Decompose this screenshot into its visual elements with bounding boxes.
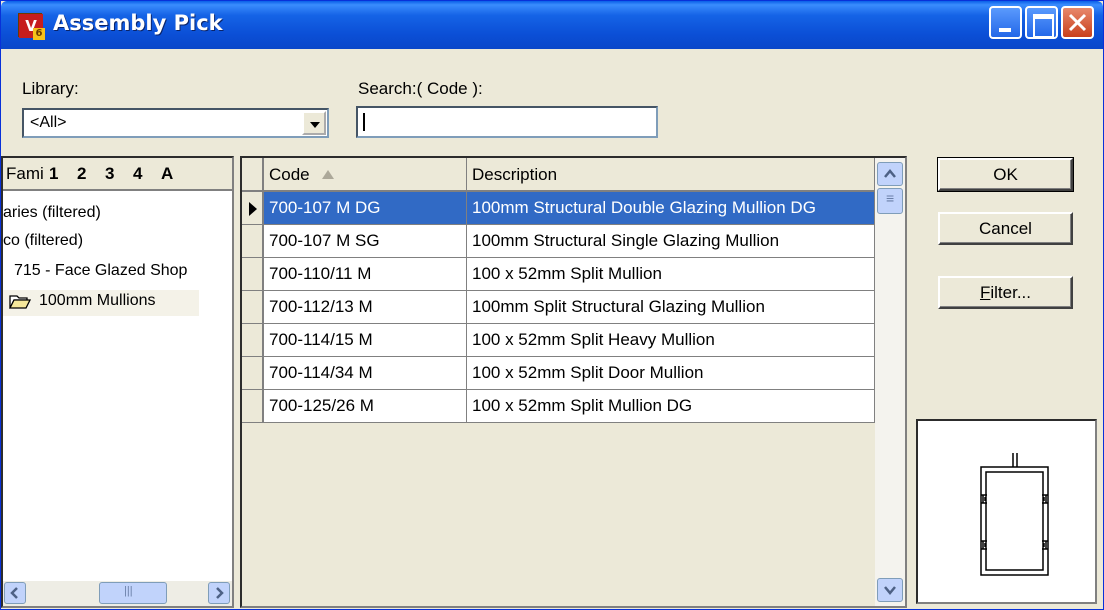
tree-horizontal-scrollbar[interactable]: [3, 581, 232, 606]
filter-button[interactable]: Filter...: [938, 276, 1073, 309]
minimize-button[interactable]: [989, 6, 1022, 39]
title-bar[interactable]: V6 Assembly Pick: [1, 1, 1103, 49]
cell-code[interactable]: 700-107 M SG: [264, 225, 467, 258]
tree-item-100mm-mullions[interactable]: 100mm Mullions: [39, 292, 155, 310]
level-tab-2[interactable]: 2: [77, 164, 86, 184]
column-header-code-label: Code: [269, 165, 310, 184]
text-caret: [363, 113, 365, 131]
family-tree-header: Fami 1 2 3 4 A: [3, 158, 232, 191]
open-folder-icon: [9, 295, 31, 309]
table-row[interactable]: 700-112/13 M 100mm Split Structural Glaz…: [242, 291, 875, 324]
close-button[interactable]: [1061, 6, 1094, 39]
ok-button[interactable]: OK: [937, 157, 1074, 192]
search-label: Search:( Code ):: [358, 79, 483, 98]
scroll-right-button[interactable]: [208, 582, 230, 604]
level-tab-a[interactable]: A: [161, 164, 173, 184]
scroll-down-button[interactable]: [877, 578, 903, 602]
level-tab-1[interactable]: 1: [49, 164, 58, 184]
scroll-up-button[interactable]: [877, 162, 903, 186]
cell-code[interactable]: 700-114/15 M: [264, 324, 467, 357]
tree-item-libraries[interactable]: aries (filtered): [3, 204, 101, 222]
cell-description[interactable]: 100mm Structural Double Glazing Mullion …: [467, 192, 875, 225]
table-row[interactable]: 700-114/34 M 100 x 52mm Split Door Mulli…: [242, 357, 875, 390]
library-dropdown[interactable]: <All>: [22, 108, 329, 138]
horizontal-scroll-thumb[interactable]: [99, 582, 167, 604]
cell-description[interactable]: 100mm Structural Single Glazing Mullion: [467, 225, 875, 258]
cell-code[interactable]: 700-110/11 M: [264, 258, 467, 291]
column-header-code[interactable]: Code: [264, 158, 467, 192]
table-row[interactable]: 700-114/15 M 100 x 52mm Split Heavy Mull…: [242, 324, 875, 357]
cell-code[interactable]: 700-125/26 M: [264, 390, 467, 423]
scroll-left-button[interactable]: [4, 582, 26, 604]
chevron-down-icon: [884, 586, 896, 595]
assembly-grid[interactable]: Code Description 700-107 M DG 100mm Stru…: [240, 156, 907, 608]
assembly-pick-dialog: V6 Assembly Pick Library: <All> Search:(…: [0, 0, 1104, 610]
cell-description[interactable]: 100 x 52mm Split Heavy Mullion: [467, 324, 875, 357]
row-indicator[interactable]: [242, 324, 264, 357]
window-title: Assembly Pick: [53, 11, 223, 35]
family-header-label: Fami: [6, 164, 44, 183]
close-icon: [1068, 13, 1087, 32]
table-row[interactable]: 700-125/26 M 100 x 52mm Split Mullion DG: [242, 390, 875, 423]
row-indicator[interactable]: [242, 258, 264, 291]
family-tree-panel[interactable]: Fami 1 2 3 4 A aries (filtered) co (filt…: [1, 156, 234, 608]
chevron-right-icon: [216, 587, 224, 599]
profile-preview: [916, 419, 1097, 604]
filter-label: ilter...: [990, 283, 1031, 302]
chevron-up-icon: [884, 169, 896, 178]
table-row[interactable]: 700-107 M DG 100mm Structural Double Gla…: [242, 192, 875, 225]
column-header-description-label: Description: [472, 165, 558, 184]
mullion-profile-drawing: [980, 453, 1049, 576]
grid-vertical-scrollbar[interactable]: [875, 158, 905, 606]
current-row-icon: [249, 202, 257, 216]
level-tab-3[interactable]: 3: [105, 164, 114, 184]
cell-description[interactable]: 100mm Split Structural Glazing Mullion: [467, 291, 875, 324]
cell-code[interactable]: 700-107 M DG: [264, 192, 467, 225]
library-label: Library:: [22, 79, 79, 98]
search-code-input[interactable]: [356, 106, 658, 138]
tree-item-715-face-glazed-shop[interactable]: 715 - Face Glazed Shop: [14, 262, 187, 280]
row-indicator[interactable]: [242, 390, 264, 423]
chevron-left-icon: [10, 587, 18, 599]
grid-corner: [242, 158, 264, 192]
tree-item-supplier[interactable]: co (filtered): [3, 232, 83, 250]
table-row[interactable]: 700-110/11 M 100 x 52mm Split Mullion: [242, 258, 875, 291]
cell-description[interactable]: 100 x 52mm Split Mullion: [467, 258, 875, 291]
row-indicator[interactable]: [242, 291, 264, 324]
column-header-description[interactable]: Description: [467, 158, 875, 192]
cell-description[interactable]: 100 x 52mm Split Door Mullion: [467, 357, 875, 390]
app-icon: V6: [18, 13, 45, 40]
filter-accelerator: F: [979, 283, 991, 302]
row-indicator[interactable]: [242, 225, 264, 258]
cell-code[interactable]: 700-114/34 M: [264, 357, 467, 390]
level-tab-4[interactable]: 4: [133, 164, 142, 184]
sort-ascending-icon: [322, 170, 334, 179]
dropdown-arrow-icon[interactable]: [302, 111, 326, 135]
library-selected-value: <All>: [30, 114, 67, 131]
cell-code[interactable]: 700-112/13 M: [264, 291, 467, 324]
maximize-button[interactable]: [1025, 6, 1058, 39]
cancel-button[interactable]: Cancel: [938, 212, 1073, 245]
cell-description[interactable]: 100 x 52mm Split Mullion DG: [467, 390, 875, 423]
row-indicator[interactable]: [242, 192, 264, 225]
table-row[interactable]: 700-107 M SG 100mm Structural Single Gla…: [242, 225, 875, 258]
vertical-scroll-thumb[interactable]: [877, 188, 903, 214]
row-indicator[interactable]: [242, 357, 264, 390]
